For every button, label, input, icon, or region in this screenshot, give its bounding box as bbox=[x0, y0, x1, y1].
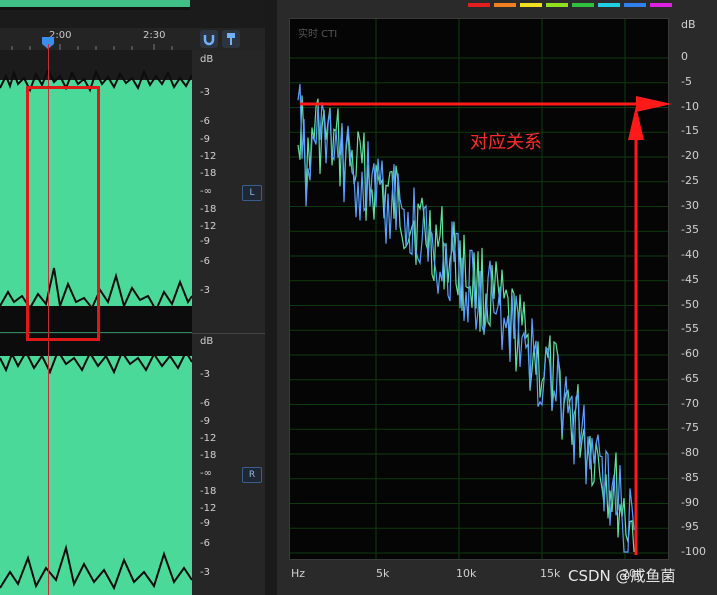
spectrum-db-tick: -65 bbox=[681, 371, 699, 385]
spectrum-db-tick: -100 bbox=[681, 545, 706, 558]
spectrum-curve-blue bbox=[297, 84, 635, 553]
spectrum-db-tick: -25 bbox=[681, 173, 699, 187]
annotation-text: 对应关系 bbox=[470, 132, 542, 153]
spectrum-db-tick: -55 bbox=[681, 322, 699, 336]
frequency-tick: 5k bbox=[376, 567, 390, 580]
frequency-tick: Hz bbox=[291, 567, 306, 580]
arrow-right-icon bbox=[636, 96, 672, 112]
arrow-up-icon bbox=[628, 106, 644, 140]
spectrum-db-tick: 0 bbox=[681, 50, 688, 63]
spectrum-db-tick: -85 bbox=[681, 470, 699, 484]
spectrum-db-tick: -15 bbox=[681, 124, 699, 138]
spectrum-curves bbox=[297, 84, 672, 555]
spectrum-db-tick: -90 bbox=[681, 495, 699, 509]
frequency-tick: 10k bbox=[456, 567, 477, 580]
spectrum-db-tick: -35 bbox=[681, 223, 699, 237]
spectrum-db-tick: -20 bbox=[681, 149, 699, 162]
watermark: CSDN @咸鱼菌 bbox=[568, 567, 676, 585]
spectrum-db-tick: -30 bbox=[681, 198, 699, 212]
spectrum-db-tick: -75 bbox=[681, 421, 699, 435]
spectrum-db-tick: -10 bbox=[681, 99, 699, 113]
spectrum-db-tick: -5 bbox=[681, 74, 692, 88]
spectrum-curve-green bbox=[297, 95, 635, 553]
spectrum-db-tick: -95 bbox=[681, 520, 699, 534]
spectrum-db-tick: -60 bbox=[681, 347, 699, 360]
spectrum-db-tick: -80 bbox=[681, 446, 699, 459]
spectrum-db-tick: -70 bbox=[681, 396, 699, 410]
spectrum-db-tick: -50 bbox=[681, 297, 699, 311]
spectrum-db-tick: -45 bbox=[681, 272, 699, 286]
spectrum-db-tick: -40 bbox=[681, 248, 699, 261]
frequency-tick: 15k bbox=[540, 567, 561, 580]
spectrum-db-unit: dB bbox=[681, 18, 696, 31]
